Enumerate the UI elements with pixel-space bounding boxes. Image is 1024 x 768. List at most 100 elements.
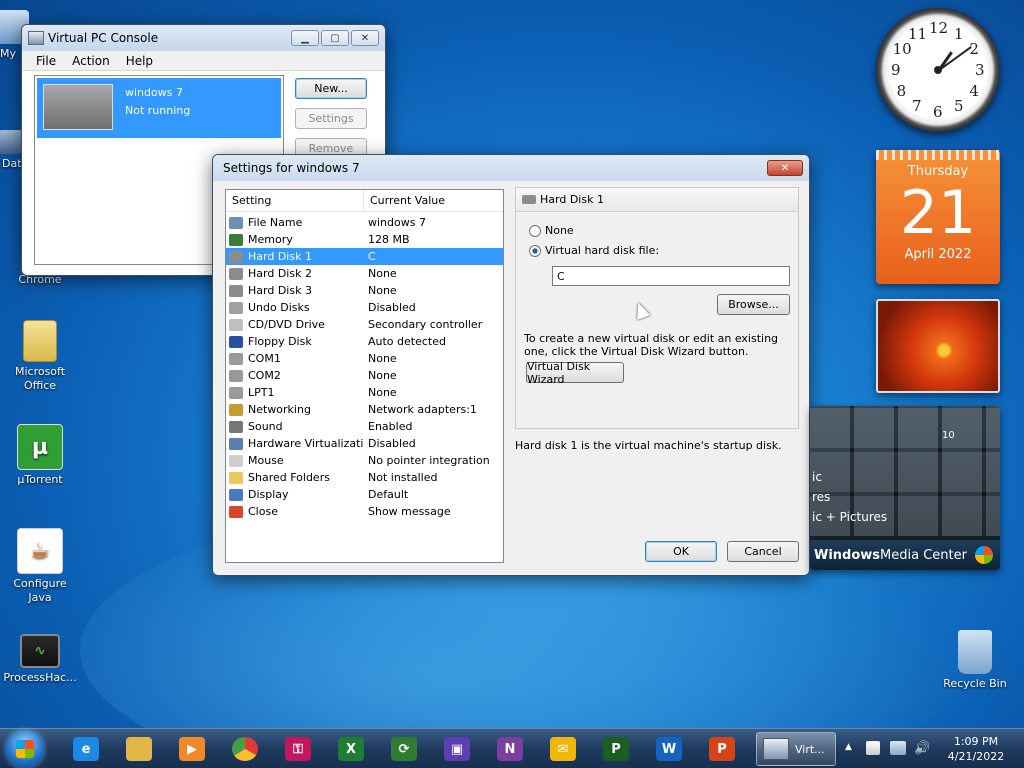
project-icon: P	[603, 737, 629, 761]
settings-row[interactable]: Floppy Disk Auto detected	[226, 333, 503, 350]
settings-row-name-cell: Networking	[226, 403, 364, 416]
utorrent-icon: µ	[17, 424, 63, 470]
menu-help[interactable]: Help	[118, 54, 161, 68]
settings-row-name-cell: LPT1	[226, 386, 364, 399]
ok-button[interactable]: OK	[645, 541, 717, 562]
clock-number: 11	[908, 24, 928, 43]
settings-row-name-cell: Hard Disk 3	[226, 284, 364, 297]
settings-row[interactable]: Hardware Virtualization Disabled	[226, 435, 503, 452]
radio-none[interactable]: None	[529, 224, 574, 237]
settings-row-value: windows 7	[368, 216, 426, 229]
floppy-icon	[229, 335, 243, 348]
taskbar-pinned-windows-explorer[interactable]	[117, 733, 161, 765]
column-header-setting[interactable]: Setting	[226, 190, 364, 211]
settings-row[interactable]: File Name windows 7	[226, 214, 503, 231]
clock-center	[934, 66, 942, 74]
taskbar-pinned-sync[interactable]: ⟳	[382, 733, 426, 765]
media-menu-line-3[interactable]: ic + Pictures	[812, 510, 887, 524]
menu-action[interactable]: Action	[64, 54, 118, 68]
taskbar-pinned-internet-explorer[interactable]: e	[64, 733, 108, 765]
settings-button[interactable]: Settings	[295, 108, 367, 129]
tray-network-icon[interactable]	[890, 741, 906, 755]
settings-row[interactable]: Hard Disk 2 None	[226, 265, 503, 282]
radio-virtual-file[interactable]: Virtual hard disk file:	[529, 244, 659, 257]
taskbar-pinned-chrome[interactable]	[223, 733, 267, 765]
cancel-button[interactable]: Cancel	[727, 541, 799, 562]
vm-item-windows-7[interactable]: windows 7 Not running	[37, 78, 281, 138]
settings-row[interactable]: Shared Folders Not installed	[226, 469, 503, 486]
settings-row[interactable]: Networking Network adapters:1	[226, 401, 503, 418]
settings-row[interactable]: Display Default	[226, 486, 503, 503]
settings-row[interactable]: COM1 None	[226, 350, 503, 367]
browse-button[interactable]: Browse...	[717, 294, 790, 315]
media-menu-line-2[interactable]: res	[812, 490, 830, 504]
settings-row[interactable]: LPT1 None	[226, 384, 503, 401]
settings-row[interactable]: Memory 128 MB	[226, 231, 503, 248]
settings-row-name: Mouse	[248, 454, 284, 467]
virtual-disk-file-input[interactable]	[552, 266, 790, 286]
tray-flag-icon[interactable]	[866, 741, 880, 755]
slideshow-gadget[interactable]	[876, 299, 1000, 393]
virtual-disk-wizard-button[interactable]: Virtual Disk Wizard	[526, 360, 624, 386]
show-hidden-icons-icon[interactable]: ▲	[845, 742, 852, 752]
settings-dialog[interactable]: Settings for windows 7 ✕ Setting Current…	[212, 154, 810, 576]
settings-row[interactable]: Sound Enabled	[226, 418, 503, 435]
taskbar-virtual-pc-button[interactable]: Virt...	[756, 732, 836, 766]
taskbar-pinned-key[interactable]: ⚿	[276, 733, 320, 765]
console-titlebar[interactable]: Virtual PC Console ▁ ▢ ✕	[22, 25, 385, 51]
maximize-button[interactable]: ▢	[321, 30, 349, 46]
lpt-port-icon	[229, 386, 243, 399]
settings-row-name-cell: File Name	[226, 216, 364, 229]
desktop-icon-recycle-bin[interactable]: Recycle Bin	[935, 630, 1015, 691]
clock-number: 1	[954, 24, 964, 43]
clock-gadget[interactable]: 12 1 2 3 4 5 6 7 8 9 10 11	[876, 8, 1000, 132]
radio-none-circle[interactable]	[529, 224, 541, 237]
media-menu-line-1[interactable]: ic	[812, 470, 822, 484]
java-icon: ☕	[17, 528, 63, 574]
settings-row[interactable]: Mouse No pointer integration	[226, 452, 503, 469]
desktop-icon-processhacker[interactable]: ∿ ProcessHac...	[0, 634, 80, 685]
menu-file[interactable]: File	[28, 54, 64, 68]
taskbar-pinned-word[interactable]: W	[647, 733, 691, 765]
hard-disk-icon	[522, 195, 536, 204]
tray-clock[interactable]: 1:09 PM 4/21/2022	[938, 734, 1014, 764]
settings-row[interactable]: COM2 None	[226, 367, 503, 384]
tray-volume-icon[interactable]: 🔊	[914, 741, 930, 756]
taskbar-pinned-virtual-pc[interactable]: ▣	[435, 733, 479, 765]
start-button[interactable]	[6, 730, 44, 768]
taskbar-pinned-powerpoint[interactable]: P	[700, 733, 744, 765]
settings-row-name-cell: COM2	[226, 369, 364, 382]
hard-disk-panel: Hard Disk 1 None Virtual hard disk file:…	[515, 187, 799, 429]
settings-titlebar[interactable]: Settings for windows 7 ✕	[213, 155, 809, 181]
settings-row[interactable]: Undo Disks Disabled	[226, 299, 503, 316]
taskbar-pinned-outlook[interactable]: ✉	[541, 733, 585, 765]
column-header-value[interactable]: Current Value	[364, 190, 503, 211]
startup-disk-note: Hard disk 1 is the virtual machine's sta…	[515, 439, 782, 452]
minimize-button[interactable]: ▁	[291, 30, 319, 46]
desktop-icon-configure-java[interactable]: ☕ Configure Java	[0, 528, 80, 605]
settings-list[interactable]: Setting Current Value File Name windows 7…	[225, 189, 504, 563]
media-center-gadget[interactable]: 10 ic res ic + Pictures Windows Media Ce…	[810, 406, 1000, 570]
settings-row-name-cell: COM1	[226, 352, 364, 365]
taskbar-pinned-media-player[interactable]: ▶	[170, 733, 214, 765]
close-icon[interactable]: ✕	[767, 160, 803, 176]
radio-file-circle[interactable]	[529, 244, 541, 257]
calendar-gadget[interactable]: Thursday 21 April 2022	[876, 150, 1000, 284]
settings-row[interactable]: Close Show message	[226, 503, 503, 520]
windows-start-icon	[16, 740, 34, 758]
file-icon	[229, 216, 243, 229]
settings-row[interactable]: Hard Disk 1 C	[226, 248, 503, 265]
new-vm-button[interactable]: New...	[295, 78, 367, 99]
taskbar-pinned-onenote[interactable]: N	[488, 733, 532, 765]
settings-row-name-cell: Undo Disks	[226, 301, 364, 314]
settings-row[interactable]: CD/DVD Drive Secondary controller	[226, 316, 503, 333]
hard-disk-icon	[229, 284, 243, 297]
settings-row[interactable]: Hard Disk 3 None	[226, 282, 503, 299]
taskbar-pinned-excel[interactable]: X	[329, 733, 373, 765]
settings-row-name: Display	[248, 488, 289, 501]
close-button[interactable]: ✕	[351, 30, 379, 46]
clock-number: 7	[912, 97, 922, 116]
desktop-icon-microsoft-office[interactable]: Microsoft Office	[0, 320, 80, 393]
desktop-icon-utorrent[interactable]: µ µTorrent	[0, 424, 80, 487]
taskbar-pinned-project[interactable]: P	[594, 733, 638, 765]
